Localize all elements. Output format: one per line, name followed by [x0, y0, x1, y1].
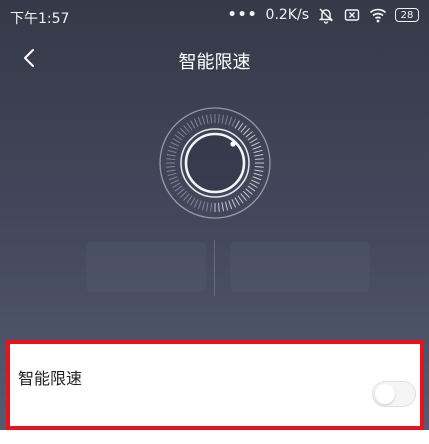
dial-tick [190, 197, 196, 206]
dial-tick [242, 190, 251, 199]
dial-tick [221, 202, 225, 212]
dial-tick [252, 176, 262, 181]
dial-tick [168, 176, 178, 181]
dial-tick [242, 127, 251, 136]
dial-tick [234, 197, 240, 206]
dial-tick [245, 131, 253, 138]
dial-tick [183, 125, 190, 133]
more-dots: ••• [227, 7, 258, 23]
dial-tick [177, 131, 185, 138]
mute-bell-icon [317, 6, 335, 24]
dial-tick [249, 138, 258, 144]
dial-tick [177, 188, 185, 195]
dial-tick [197, 200, 202, 210]
dial-tick [166, 153, 176, 157]
dial-tick [172, 182, 181, 188]
page-title: 智能限速 [178, 52, 251, 73]
status-bar: 下午1:57 ••• 0.2K/s 28 [0, 0, 429, 32]
header: 智能限速 [0, 32, 429, 88]
status-time: 下午1:57 [10, 11, 70, 27]
dial-tick [252, 145, 262, 150]
dial-tick [247, 134, 256, 141]
dial-tick [228, 116, 233, 126]
dial-tick [167, 149, 177, 154]
dial-tick [168, 145, 178, 150]
dial-tick [234, 120, 240, 129]
dial-tick [174, 134, 183, 141]
dial-tick [224, 115, 229, 125]
dial-tick [179, 190, 188, 199]
dial-tick [193, 118, 199, 127]
dial-tick [193, 199, 199, 208]
dial-tick [217, 202, 220, 212]
dial-tick [254, 165, 264, 168]
dial-tick [172, 138, 181, 144]
dial-tick [210, 202, 213, 212]
battery-icon: 28 [395, 8, 419, 22]
network-speed: 0.2K/s [265, 7, 309, 23]
dial-tick [231, 199, 237, 208]
dial-tick [166, 158, 176, 161]
screen: 下午1:57 ••• 0.2K/s 28 智能限速 智能限速 [0, 0, 429, 444]
dial-tick [221, 114, 225, 124]
dial-tick [205, 202, 209, 212]
toggle-knob [375, 384, 395, 404]
dial-tick [197, 116, 202, 126]
dial-tick [186, 122, 193, 131]
dial-tick [166, 165, 176, 168]
dial-tick [251, 141, 260, 147]
dial-tick [254, 169, 264, 173]
dial-tick [240, 125, 247, 133]
dial-tick [201, 201, 206, 211]
dial-tick [249, 182, 258, 188]
dial-tick [245, 188, 253, 195]
dial-tick [186, 195, 193, 204]
dial-tick [253, 172, 263, 177]
status-icons: ••• 0.2K/s 28 [228, 6, 419, 24]
dial-tick [247, 185, 256, 192]
dial-tick [183, 193, 190, 201]
dial-tick [254, 158, 264, 161]
speed-dial-knob[interactable] [158, 106, 272, 220]
dial-tick [190, 120, 196, 129]
dial-tick [224, 201, 229, 211]
smart-speed-limit-label: 智能限速 [18, 369, 83, 388]
info-box-left [86, 242, 206, 292]
dial-tick [217, 114, 220, 124]
smart-speed-limit-toggle[interactable] [372, 381, 416, 407]
dial-tick [170, 179, 179, 185]
smart-speed-limit-card: 智能限速 [6, 340, 424, 430]
dial-tick [167, 172, 177, 177]
divider [214, 240, 215, 296]
sim-x-icon [343, 6, 361, 24]
dial-tick [251, 179, 260, 185]
dial-tick [179, 127, 188, 136]
dial-tick [205, 114, 209, 124]
dial-tick [201, 115, 206, 125]
wifi-icon [369, 6, 387, 24]
dial-tick [174, 185, 183, 192]
dial-tick [253, 149, 263, 154]
dial-tick [231, 118, 237, 127]
dial-tick [237, 122, 244, 131]
info-box-right [230, 242, 370, 292]
dial-tick [254, 153, 264, 157]
dial-tick [240, 193, 247, 201]
dial-tick [228, 200, 233, 210]
dial-tick [170, 141, 179, 147]
dial-tick [166, 169, 176, 173]
bottom-strip [0, 430, 429, 444]
dial-tick [210, 114, 213, 124]
dial-tick [237, 195, 244, 204]
